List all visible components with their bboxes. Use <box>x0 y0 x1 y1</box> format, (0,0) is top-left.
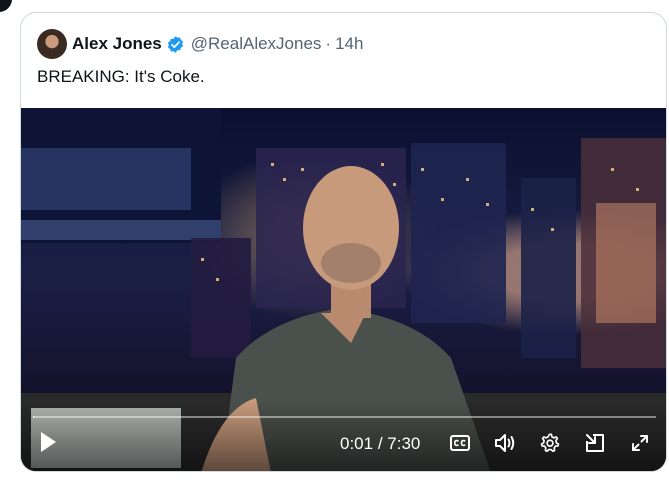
video-controls: 0:01 / 7:30 <box>21 401 666 471</box>
separator-dot: · <box>325 34 332 53</box>
volume-button[interactable] <box>493 431 517 455</box>
volume-icon <box>495 434 515 452</box>
fullscreen-icon <box>632 435 648 451</box>
verified-badge-icon <box>166 35 185 54</box>
picture-in-picture-icon <box>586 434 604 452</box>
play-button[interactable] <box>35 429 61 455</box>
duration: 7:30 <box>387 434 421 453</box>
video-player[interactable]: 0:01 / 7:30 <box>21 108 666 471</box>
tweet-text: BREAKING: It's Coke. <box>37 67 205 86</box>
play-icon <box>41 432 56 452</box>
author-handle[interactable]: @RealAlexJones <box>191 34 322 54</box>
timecode: 0:01 / 7:30 <box>340 434 420 454</box>
partial-avatar-above <box>0 0 12 12</box>
post-time[interactable]: 14h <box>335 34 363 54</box>
gear-icon <box>540 433 560 453</box>
author-name[interactable]: Alex Jones <box>72 34 162 54</box>
time-separator: / <box>377 434 388 453</box>
quoted-tweet-card[interactable]: Alex Jones @RealAlexJones · 14h BREAKING… <box>20 12 667 472</box>
avatar[interactable] <box>37 29 67 59</box>
tweet-header: Alex Jones @RealAlexJones · 14h <box>37 29 363 59</box>
settings-button[interactable] <box>538 431 562 455</box>
progress-fill <box>33 416 35 418</box>
picture-in-picture-button[interactable] <box>583 431 607 455</box>
fullscreen-button[interactable] <box>628 431 652 455</box>
captions-button[interactable] <box>448 431 472 455</box>
captions-icon <box>450 435 470 451</box>
current-time: 0:01 <box>340 434 374 453</box>
progress-bar[interactable] <box>33 416 656 418</box>
